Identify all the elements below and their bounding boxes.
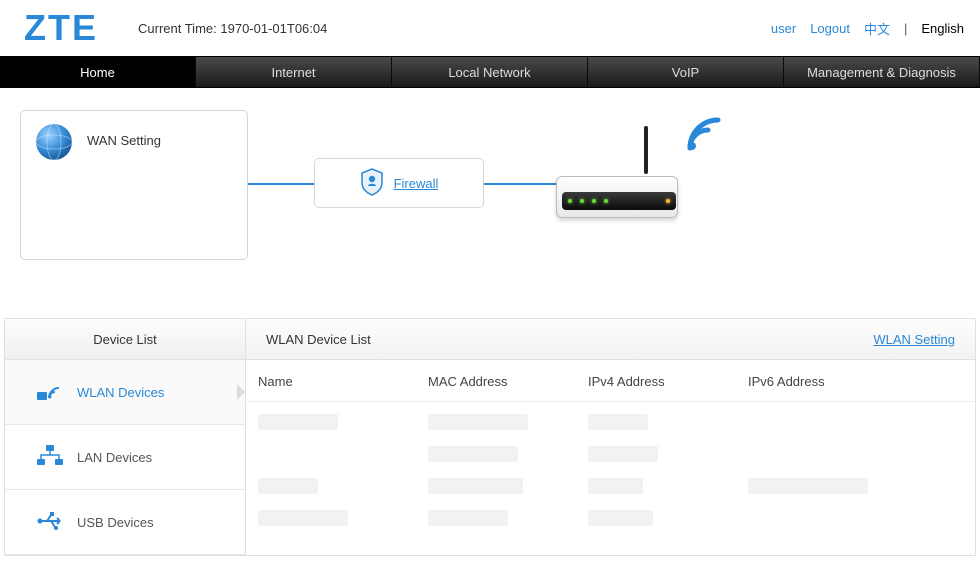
tab-voip[interactable]: VoIP <box>588 57 784 87</box>
table-header: Name MAC Address IPv4 Address IPv6 Addre… <box>246 360 975 402</box>
main-header: WLAN Device List WLAN Setting <box>246 319 975 360</box>
shield-icon <box>360 168 384 199</box>
sidebar-header: Device List <box>5 319 245 360</box>
main-panel: WLAN Device List WLAN Setting Name MAC A… <box>246 319 975 555</box>
lang-en-label: English <box>921 21 964 36</box>
led-icon <box>568 199 572 203</box>
wan-setting-box[interactable]: WAN Setting <box>20 110 248 260</box>
user-link[interactable]: user <box>771 21 796 36</box>
antenna-icon <box>644 126 648 174</box>
sidebar-item-wlan[interactable]: WLAN Devices <box>5 360 245 425</box>
wifi-small-icon <box>37 380 63 405</box>
wlan-setting-link[interactable]: WLAN Setting <box>873 332 955 347</box>
table-row <box>258 470 963 502</box>
wifi-icon <box>684 114 724 157</box>
tab-home[interactable]: Home <box>0 57 196 87</box>
sidebar-item-label: USB Devices <box>77 515 154 530</box>
usb-icon <box>37 510 63 535</box>
col-mac: MAC Address <box>428 374 588 389</box>
firewall-box[interactable]: Firewall <box>314 158 484 208</box>
table-body <box>246 402 975 534</box>
led-icon <box>666 199 670 203</box>
sidebar-item-label: WLAN Devices <box>77 385 164 400</box>
globe-icon <box>33 121 75 166</box>
led-icon <box>604 199 608 203</box>
lower-panel: Device List WLAN Devices <box>4 318 976 556</box>
led-icon <box>580 199 584 203</box>
tab-internet[interactable]: Internet <box>196 57 392 87</box>
col-ipv4: IPv4 Address <box>588 374 748 389</box>
sidebar: Device List WLAN Devices <box>5 319 246 555</box>
main-nav: Home Internet Local Network VoIP Managem… <box>0 56 980 88</box>
lang-zh-link[interactable]: 中文 <box>864 19 890 38</box>
connection-line-2 <box>484 183 556 185</box>
topology-diagram: WAN Setting Firewall <box>4 88 976 318</box>
lang-separator: | <box>904 21 907 36</box>
table-row <box>258 406 963 438</box>
header-links: user Logout 中文 | English <box>771 19 964 38</box>
sidebar-item-usb[interactable]: USB Devices <box>5 490 245 555</box>
connection-line-1 <box>248 183 314 185</box>
tab-local-network[interactable]: Local Network <box>392 57 588 87</box>
network-icon <box>37 445 63 470</box>
main-title: WLAN Device List <box>266 332 371 347</box>
current-time: Current Time: 1970-01-01T06:04 <box>138 21 771 36</box>
wan-setting-label: WAN Setting <box>87 133 161 148</box>
table-row <box>258 502 963 534</box>
table-row <box>258 438 963 470</box>
col-name: Name <box>258 374 428 389</box>
tab-mgmt-diagnosis[interactable]: Management & Diagnosis <box>784 57 980 87</box>
firewall-link[interactable]: Firewall <box>394 176 439 191</box>
logo: ZTE <box>24 7 98 49</box>
sidebar-item-lan[interactable]: LAN Devices <box>5 425 245 490</box>
led-icon <box>592 199 596 203</box>
col-ipv6: IPv6 Address <box>748 374 963 389</box>
logout-link[interactable]: Logout <box>810 21 850 36</box>
current-time-label: Current Time: <box>138 21 217 36</box>
header: ZTE Current Time: 1970-01-01T06:04 user … <box>0 0 980 56</box>
router-icon <box>556 146 676 218</box>
sidebar-item-label: LAN Devices <box>77 450 152 465</box>
current-time-value: 1970-01-01T06:04 <box>220 21 327 36</box>
